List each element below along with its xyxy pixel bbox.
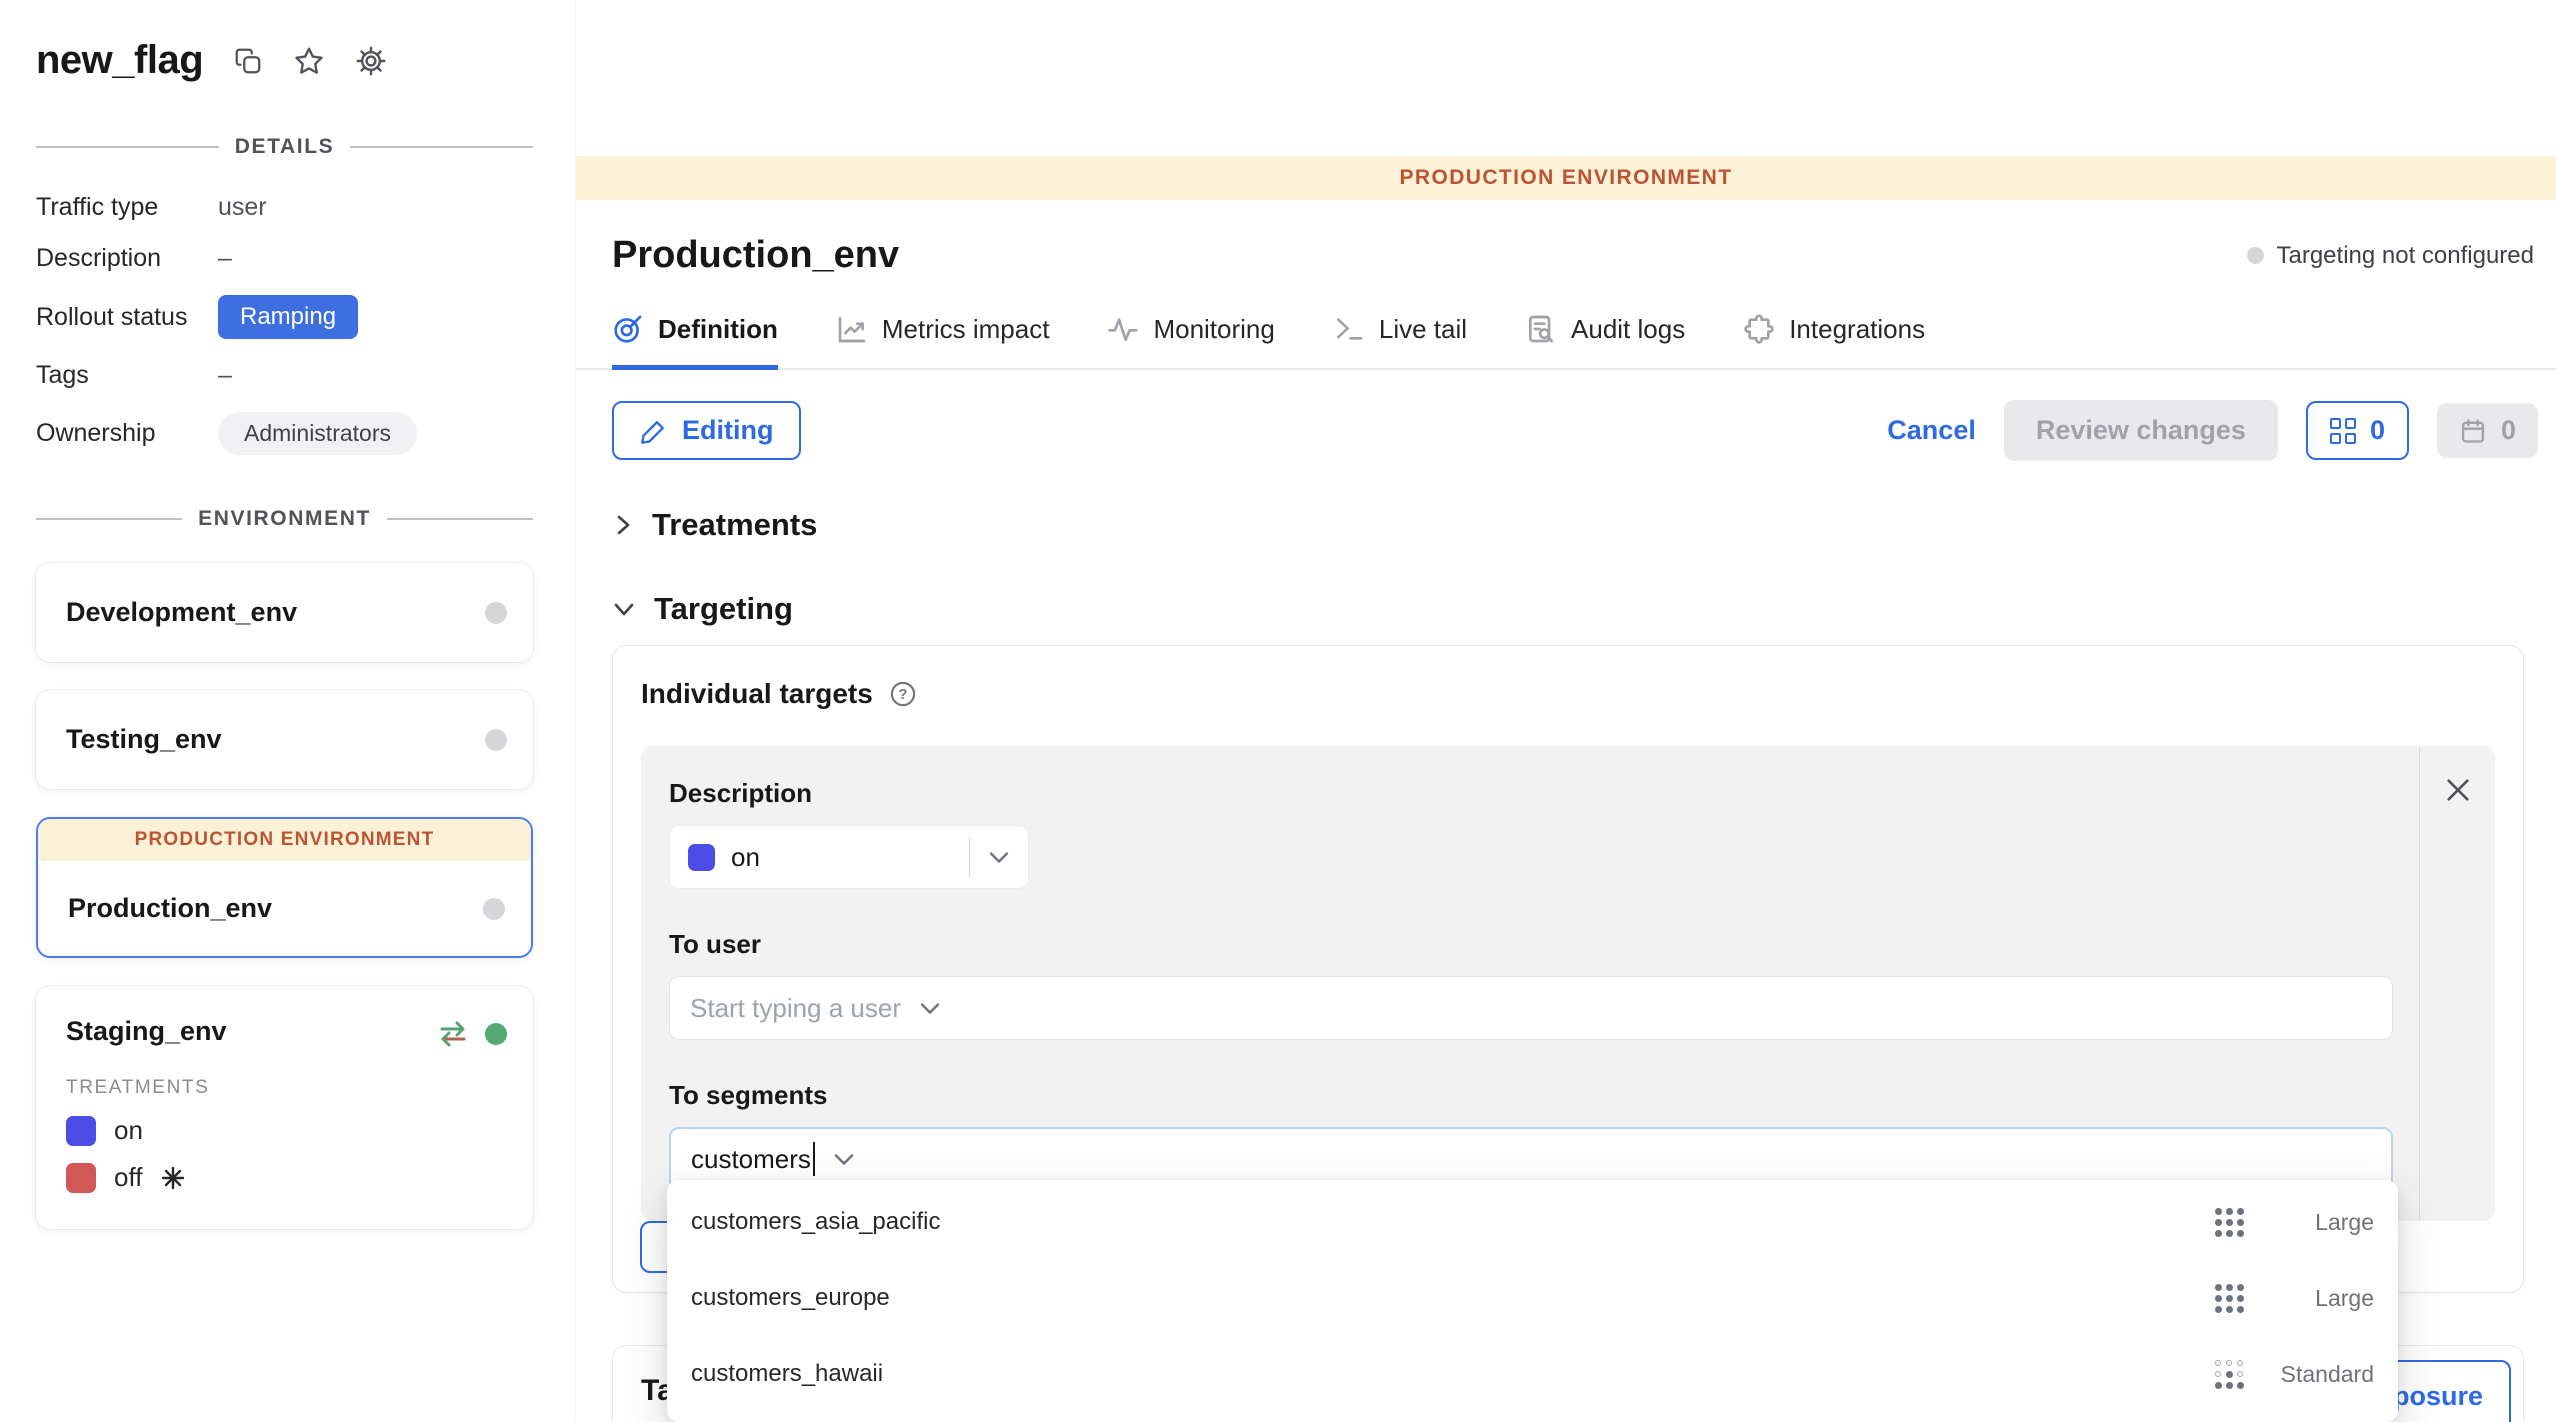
traffic-type-label: Traffic type [36,193,218,222]
close-icon[interactable] [2438,770,2478,810]
env-active-dot [485,1023,507,1045]
sidebar: new_flag DETAILS Traffic type user Descr… [0,0,575,1422]
description-value: – [218,244,533,273]
env-status-dot [485,729,507,751]
env-name: Testing_env [66,724,503,755]
pending-changes-button[interactable]: 0 [2306,401,2409,460]
svg-text:?: ? [898,687,907,703]
star-icon[interactable] [293,45,325,77]
tab-definition[interactable]: Definition [612,313,778,370]
default-treatment-asterisk-icon [160,1165,186,1191]
env-status-dot [485,602,507,624]
env-status-dot [483,898,505,920]
chevron-down-icon[interactable] [815,1153,873,1166]
tab-bar: Definition Metrics impact Monitoring Liv… [576,313,2556,370]
tags-value: – [218,361,533,390]
chevron-down-icon[interactable] [970,851,1028,864]
treatment-on-label: on [114,1115,143,1146]
segment-option-customers-europe[interactable]: customers_europe Large [667,1260,2398,1336]
treatment-off-label: off [114,1162,142,1193]
cancel-link[interactable]: Cancel [1887,415,1976,446]
treatment-select-value: on [731,842,760,873]
individual-target-rule-card: Description on To user Start ty [641,746,2495,1221]
targeting-status-text: Targeting not configured [2276,242,2534,270]
toolbar: Editing Cancel Review changes 0 0 [576,370,2556,461]
env-card-staging[interactable]: Staging_env TREATMENTS on off [36,986,533,1229]
treatment-off-swatch [66,1163,96,1193]
chevron-down-icon[interactable] [901,1002,959,1015]
env-name: Development_env [66,597,503,628]
rollout-status-badge[interactable]: Ramping [218,295,358,339]
env-name: Production_env [68,893,501,924]
environment-heading: ENVIRONMENT [36,507,533,531]
help-icon[interactable]: ? [889,680,917,708]
production-environment-banner: PRODUCTION ENVIRONMENT [576,156,2556,200]
description-field-label: Description [669,778,2393,809]
env-card-development[interactable]: Development_env [36,563,533,662]
gear-icon[interactable] [355,45,387,77]
traffic-type-value: user [218,193,533,222]
environment-title: Production_env [612,234,899,277]
segment-large-icon [2215,1208,2244,1237]
ownership-pill[interactable]: Administrators [218,412,417,455]
targeting-section-toggle[interactable]: Targeting [576,591,2556,627]
flag-header: new_flag [36,38,533,83]
page: new_flag DETAILS Traffic type user Descr… [0,0,2556,1422]
treatments-label: TREATMENTS [66,1077,503,1099]
segment-standard-icon [2215,1360,2244,1389]
env-name: Staging_env [66,1016,227,1047]
to-user-placeholder: Start typing a user [690,993,901,1024]
treatment-select[interactable]: on [669,825,1029,889]
grid-icon [2330,418,2356,444]
env-card-production[interactable]: PRODUCTION ENVIRONMENT Production_env [36,817,533,958]
chevron-right-icon [612,513,634,537]
main-content: PRODUCTION ENVIRONMENT Production_env Ta… [575,0,2556,1422]
segment-size-label: Standard [2264,1361,2374,1388]
pencil-icon [640,417,668,445]
tab-audit-logs[interactable]: Audit logs [1525,313,1685,370]
tab-metrics-impact[interactable]: Metrics impact [836,313,1050,370]
description-label: Description [36,244,218,273]
status-dot-icon [2247,247,2264,264]
scheduled-changes-button[interactable]: 0 [2437,403,2538,458]
env-card-testing[interactable]: Testing_env [36,690,533,789]
tab-live-tail[interactable]: Live tail [1333,313,1467,370]
treatment-color-swatch [688,844,715,871]
individual-targets-heading: Individual targets [641,678,873,710]
copy-icon[interactable] [233,46,263,76]
tags-label: Tags [36,361,218,390]
to-segments-value: customers [691,1144,811,1175]
tab-integrations[interactable]: Integrations [1743,313,1925,370]
to-segments-label: To segments [669,1080,2393,1111]
tab-monitoring[interactable]: Monitoring [1107,313,1274,370]
review-changes-button[interactable]: Review changes [2004,400,2278,461]
segment-large-icon [2215,1284,2244,1313]
segment-size-label: Large [2264,1209,2374,1236]
details-panel: Traffic type user Description – Rollout … [36,193,533,455]
to-user-label: To user [669,929,2393,960]
calendar-icon [2459,417,2487,445]
segment-option-customers-hawaii[interactable]: customers_hawaii Standard [667,1336,2398,1412]
rollout-status-label: Rollout status [36,303,218,332]
details-heading: DETAILS [36,135,533,159]
targeting-status: Targeting not configured [2247,242,2534,270]
segments-suggestion-dropdown: customers_asia_pacific Large customers_e… [667,1180,2398,1422]
chevron-down-icon [612,598,636,620]
environment-list: Development_env Testing_env PRODUCTION E… [36,563,533,1229]
flag-name: new_flag [36,38,203,83]
ownership-label: Ownership [36,419,218,448]
sync-arrows-icon [435,1018,471,1050]
segment-size-label: Large [2264,1285,2374,1312]
treatment-on-swatch [66,1116,96,1146]
to-user-input[interactable]: Start typing a user [669,976,2393,1040]
segment-option-customers-asia-pacific[interactable]: customers_asia_pacific Large [667,1184,2398,1260]
production-environment-strip: PRODUCTION ENVIRONMENT [38,819,531,861]
treatments-section-toggle[interactable]: Treatments [576,507,2556,543]
editing-button[interactable]: Editing [612,401,801,460]
